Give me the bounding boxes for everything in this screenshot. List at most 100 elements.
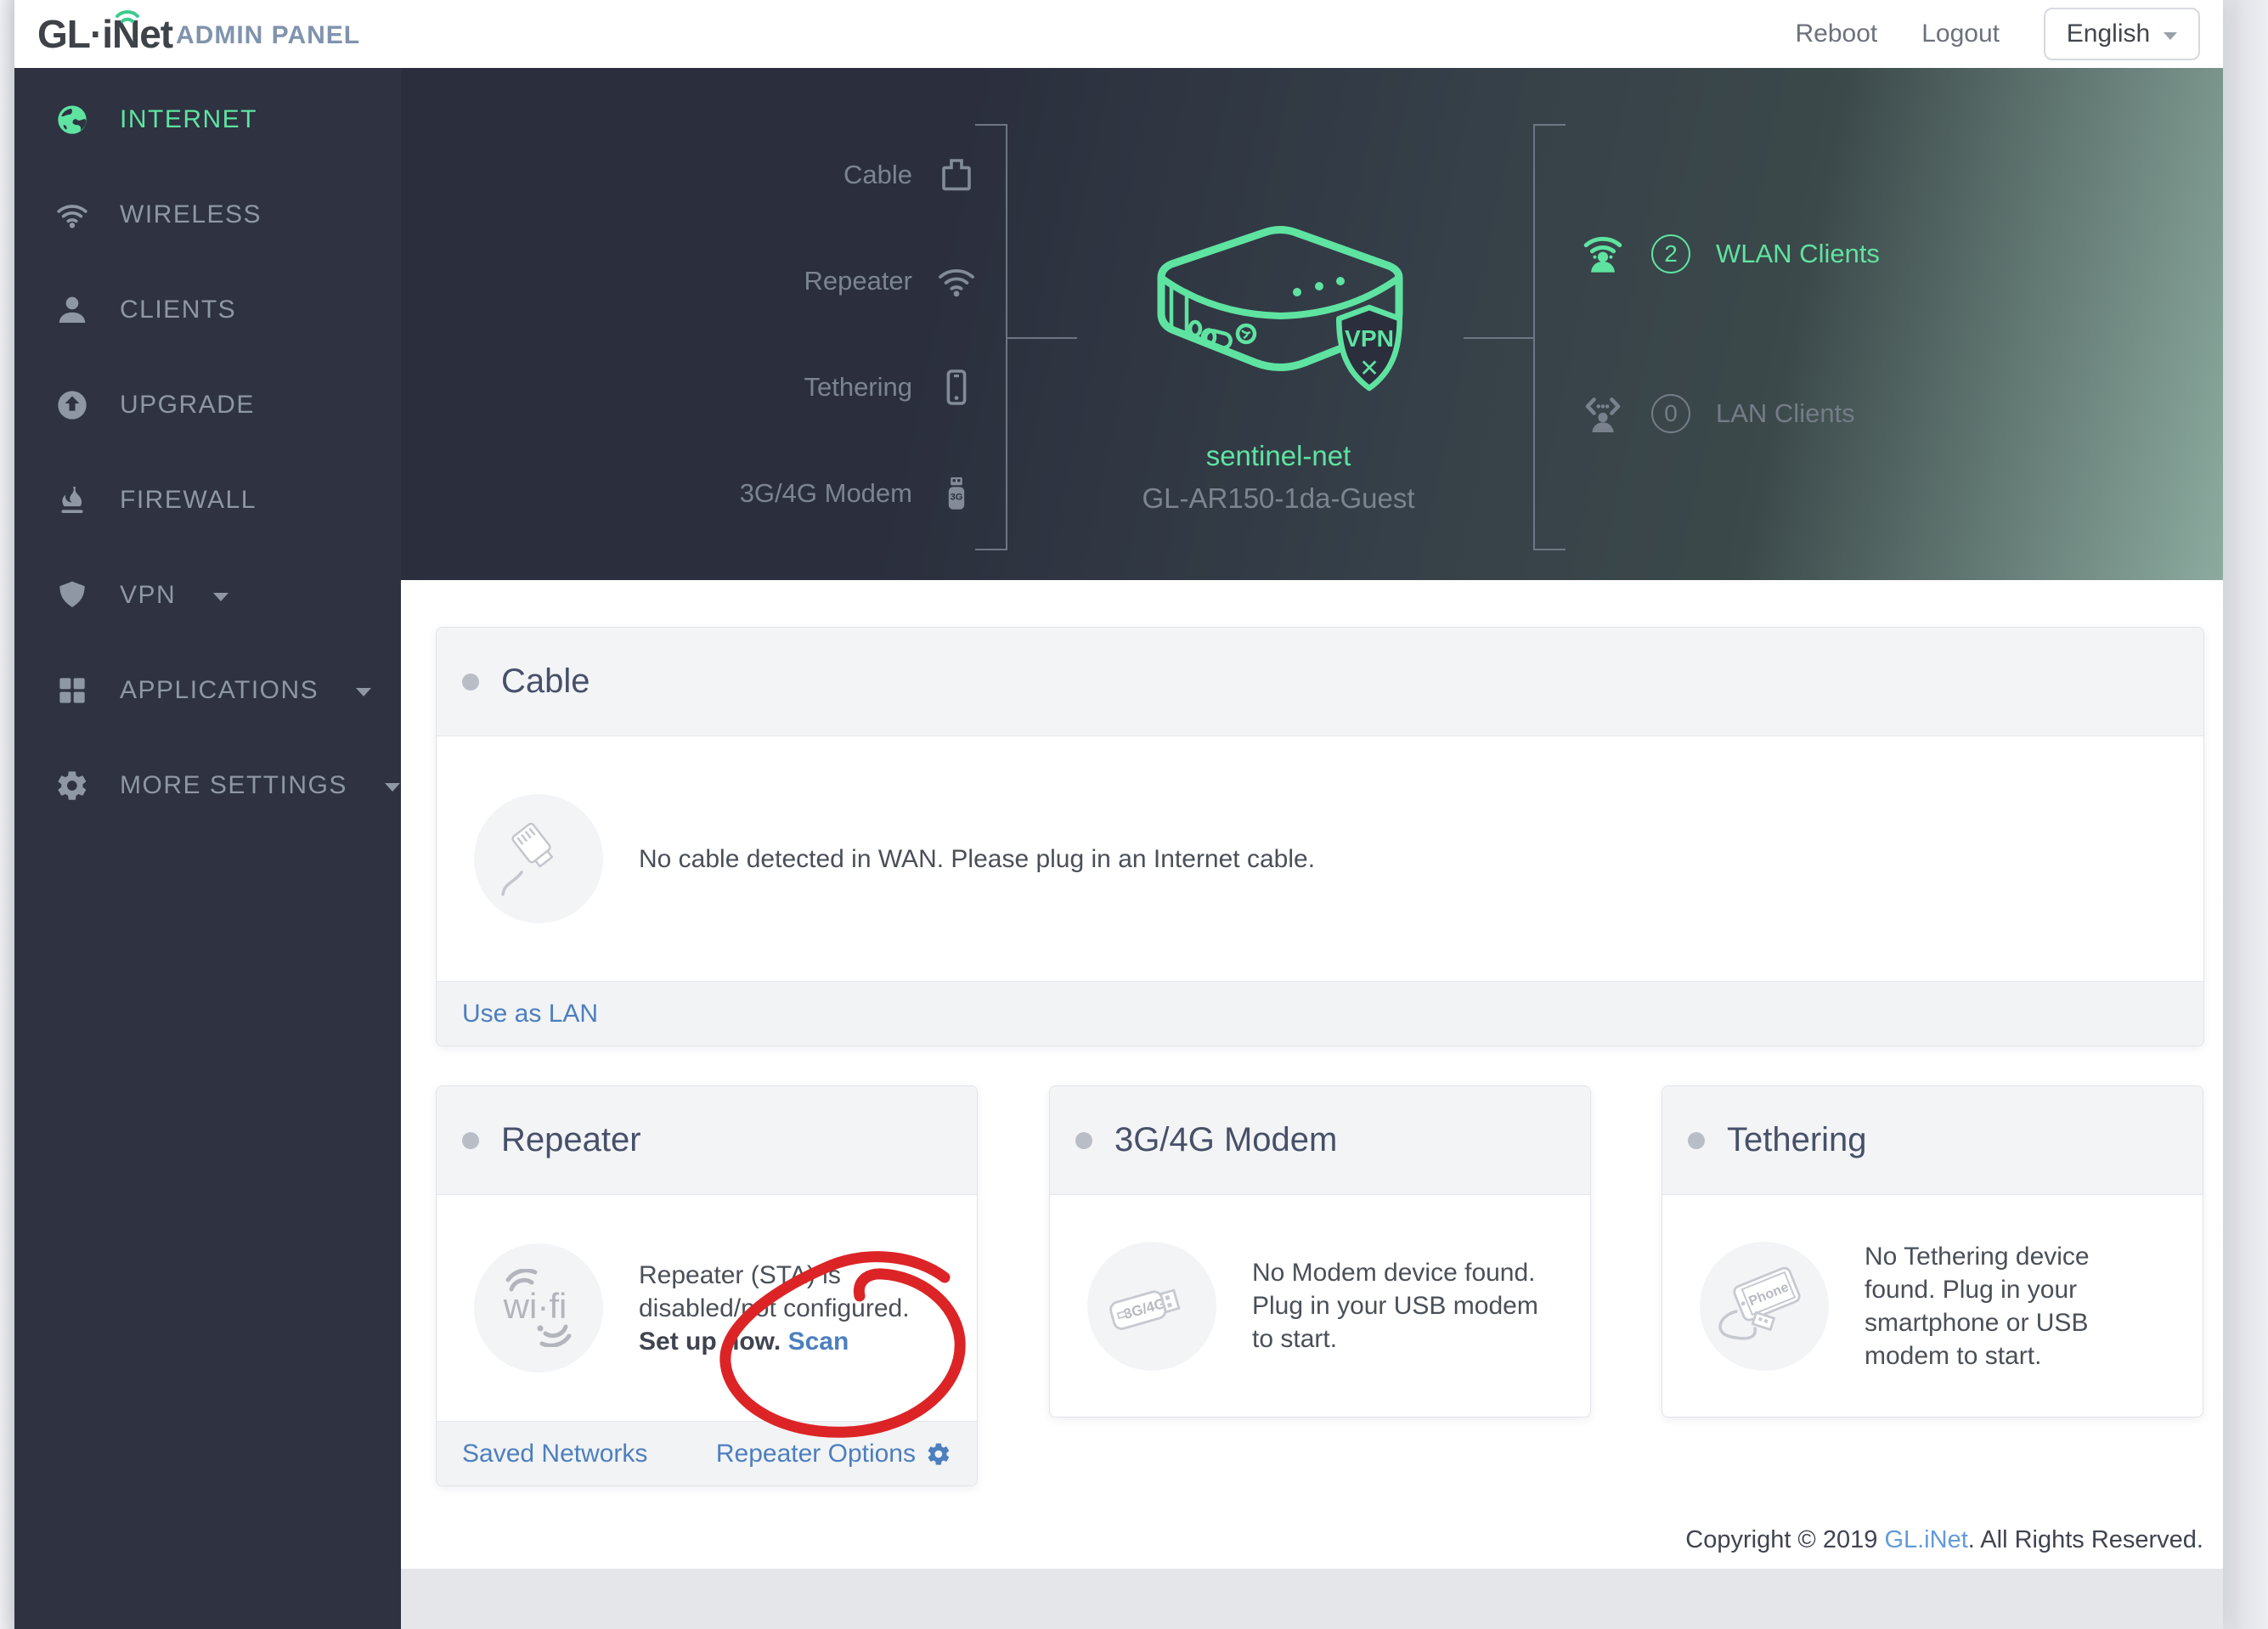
shield-icon [55, 578, 89, 612]
sidebar-item-label: FIREWALL [120, 486, 257, 515]
cable-card-header: Cable [437, 628, 2203, 736]
globe-icon [55, 103, 89, 137]
sidebar-item-label: UPGRADE [120, 391, 255, 420]
main-area: Cable Repeater Tethering [401, 68, 2223, 1629]
scan-link[interactable]: Scan [788, 1327, 849, 1356]
lan-clients-row[interactable]: 0 LAN Clients [1580, 388, 1855, 439]
copyright-prefix: Copyright © 2019 [1685, 1526, 1884, 1553]
use-as-lan-link[interactable]: Use as LAN [462, 1000, 598, 1029]
logout-button[interactable]: Logout [1921, 20, 2000, 48]
source-label: Repeater [804, 266, 912, 296]
sidebar-item-internet[interactable]: INTERNET [14, 72, 401, 167]
sidebar-item-applications[interactable]: APPLICATIONS [14, 643, 401, 738]
status-dot [462, 1132, 479, 1149]
sidebar-item-label: APPLICATIONS [120, 676, 319, 705]
flame-icon [55, 483, 89, 517]
diagram-bracket-right [1533, 124, 1566, 550]
phone-icon [936, 367, 977, 408]
router-labels: sentinel-net GL-AR150-1da-Guest [1109, 440, 1448, 515]
router-model: GL-AR150-1da-Guest [1109, 482, 1448, 515]
sidebar-item-label: WIRELESS [120, 200, 262, 229]
phone-usb-icon: Phone [1700, 1242, 1829, 1371]
diagram-source-modem: 3G/4G Modem 3G [740, 470, 977, 517]
saved-networks-link[interactable]: Saved Networks [462, 1440, 647, 1468]
gear-icon [926, 1441, 951, 1467]
tethering-card-title: Tethering [1727, 1121, 1867, 1159]
modem-card-title: 3G/4G Modem [1114, 1121, 1337, 1159]
language-select[interactable]: English [2044, 8, 2200, 60]
source-label: 3G/4G Modem [740, 478, 912, 509]
top-bar-actions: Reboot Logout English [1795, 0, 2200, 68]
status-dot [1688, 1132, 1705, 1149]
sidebar-item-clients[interactable]: CLIENTS [14, 262, 401, 358]
sidebar-item-more-settings[interactable]: MORE SETTINGS [14, 738, 401, 833]
modem-card-body: 3G/4G No Modem device found. Plug in you… [1050, 1195, 1590, 1417]
tethering-card-header: Tethering [1662, 1086, 2203, 1195]
repeater-card-body: wi·fi Repeater (STA) is disabled/not con… [437, 1195, 977, 1421]
diagram-source-cable: Cable [843, 151, 977, 199]
repeater-card-message: Repeater (STA) is disabled/not configure… [639, 1259, 932, 1358]
cable-card-title: Cable [501, 662, 590, 701]
sidebar-item-label: VPN [120, 581, 176, 610]
chevron-down-icon [2164, 32, 2177, 40]
repeater-options-label: Repeater Options [716, 1440, 916, 1468]
chevron-down-icon [356, 688, 371, 696]
sidebar-item-vpn[interactable]: VPN [14, 548, 401, 643]
cable-card-message: No cable detected in WAN. Please plug in… [639, 843, 1315, 876]
modem-card-message: No Modem device found. Plug in your USB … [1252, 1256, 1566, 1356]
sidebar-item-label: INTERNET [120, 105, 257, 134]
glinet-link[interactable]: GL.iNet [1884, 1526, 1967, 1553]
svg-text:✕: ✕ [1359, 354, 1379, 381]
usb-modem-icon: 3G [936, 473, 977, 514]
diagram-source-tethering: Tethering [804, 364, 977, 411]
sidebar: INTERNET WIRELESS CLIENTS [14, 68, 401, 1629]
brand-logo-text: GL·iNet [37, 12, 172, 56]
diagram-connector-left [1007, 337, 1077, 339]
cable-card: Cable [436, 627, 2204, 1046]
brand-logo[interactable]: GL·iNet [37, 11, 172, 57]
diagram-bracket-left [975, 124, 1007, 550]
lan-clients-icon [1580, 391, 1626, 437]
source-label: Cable [843, 160, 912, 190]
lan-count-badge: 0 [1651, 394, 1690, 433]
repeater-status-text: Repeater (STA) is disabled/not configure… [639, 1261, 910, 1322]
content-area: Cable [401, 580, 2223, 1569]
repeater-card-footer: Saved Networks Repeater Options [437, 1421, 977, 1485]
wlan-clients-row[interactable]: 2 WLAN Clients [1580, 228, 1880, 279]
sidebar-item-firewall[interactable]: FIREWALL [14, 453, 401, 548]
router-ssid: sentinel-net [1109, 440, 1448, 472]
wlan-clients-label: WLAN Clients [1716, 239, 1880, 269]
usb-dongle-icon: 3G/4G [1087, 1242, 1216, 1371]
sidebar-item-upgrade[interactable]: UPGRADE [14, 358, 401, 453]
person-icon [55, 293, 89, 327]
chevron-down-icon [385, 783, 400, 792]
wlan-clients-icon [1580, 231, 1626, 277]
sidebar-item-wireless[interactable]: WIRELESS [14, 167, 401, 262]
screenshot-stage: GL·iNet ADMIN PANEL Reboot Logout Englis… [0, 0, 2268, 1629]
svg-text:3G: 3G [951, 493, 963, 503]
logo-wifi-icon [113, 4, 142, 25]
sidebar-item-label: CLIENTS [120, 296, 236, 324]
repeater-card-title: Repeater [501, 1121, 641, 1159]
wan-port-icon [936, 155, 977, 195]
language-value: English [2067, 20, 2150, 48]
upload-circle-icon [55, 388, 89, 422]
wlan-count-badge: 2 [1651, 234, 1690, 273]
top-bar: GL·iNet ADMIN PANEL Reboot Logout Englis… [14, 0, 2223, 68]
network-diagram: Cable Repeater Tethering [401, 68, 2223, 580]
tethering-card: Tethering Phone [1662, 1085, 2203, 1418]
wifi-logo-icon: wi·fi [474, 1243, 603, 1373]
copyright-text: Copyright © 2019 GL.iNet. All Rights Res… [401, 1526, 2203, 1554]
tethering-card-body: Phone No Tethering device found. Pl [1662, 1195, 2203, 1417]
gear-icon [55, 769, 89, 803]
svg-text:VPN: VPN [1345, 324, 1394, 352]
cable-card-body: No cable detected in WAN. Please plug in… [437, 736, 2203, 981]
reboot-button[interactable]: Reboot [1795, 20, 1877, 48]
sidebar-item-label: MORE SETTINGS [120, 771, 347, 800]
status-dot [1075, 1132, 1092, 1149]
app-window: GL·iNet ADMIN PANEL Reboot Logout Englis… [14, 0, 2223, 1629]
grid-icon [55, 674, 89, 707]
lan-clients-label: LAN Clients [1716, 398, 1855, 429]
source-label: Tethering [804, 372, 912, 403]
repeater-options-link[interactable]: Repeater Options [716, 1440, 951, 1468]
